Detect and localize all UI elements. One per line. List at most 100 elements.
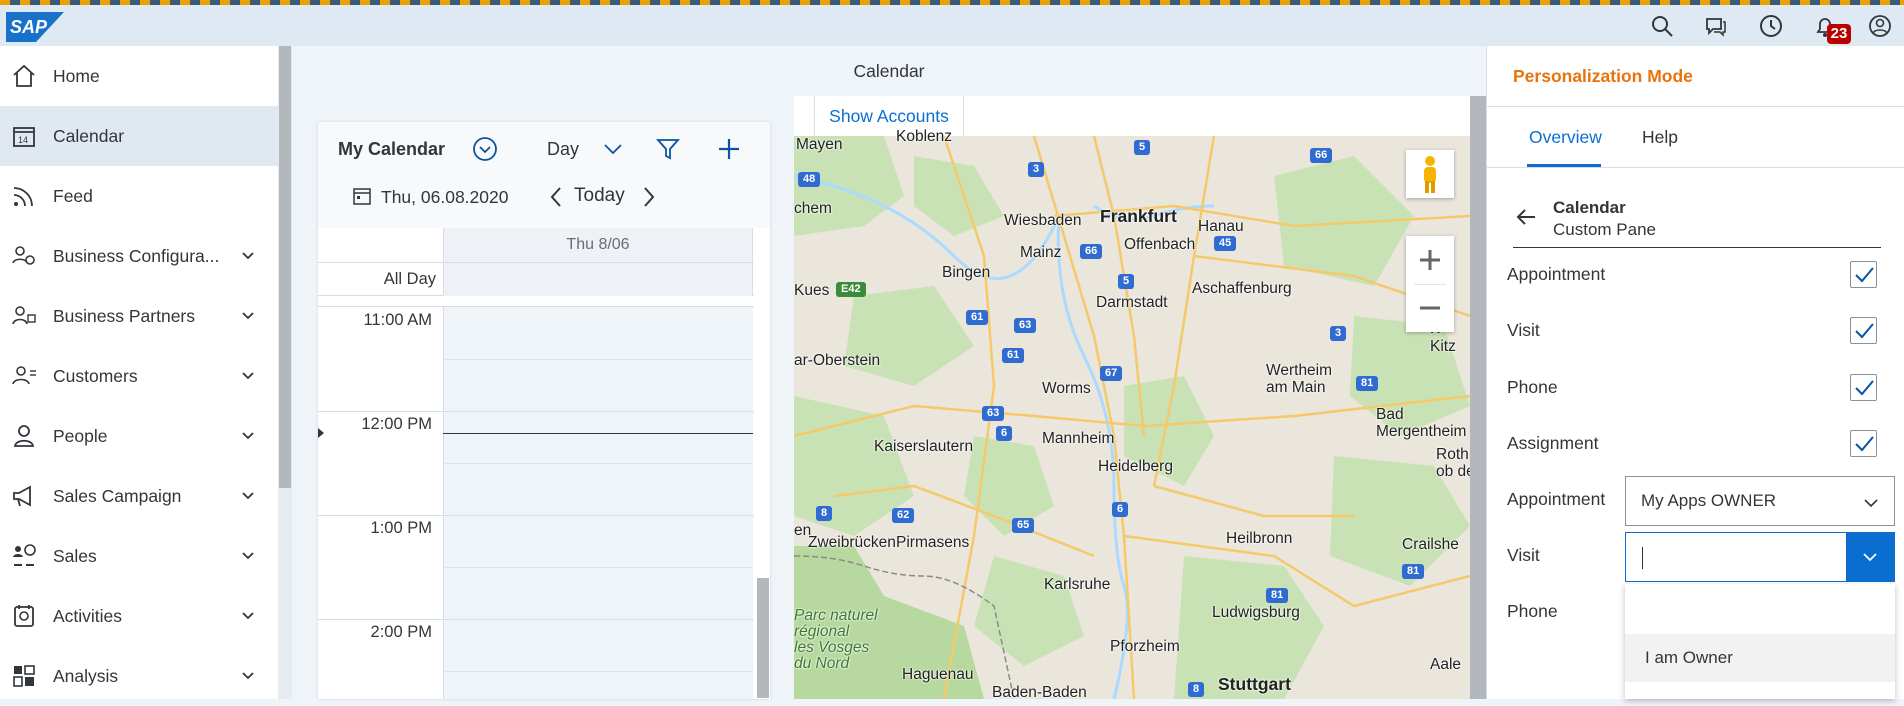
people-icon xyxy=(13,425,35,447)
street-view-pegman-icon[interactable] xyxy=(1406,150,1454,198)
analysis-icon xyxy=(13,665,35,687)
today-button[interactable]: Today xyxy=(574,185,625,207)
chevron-down-icon[interactable] xyxy=(1862,494,1880,512)
calendar-icon: 14 xyxy=(13,127,35,147)
dropdown-circle-icon[interactable] xyxy=(472,136,498,162)
chevron-down-icon[interactable] xyxy=(240,248,256,264)
road-shield: 3 xyxy=(1330,326,1347,341)
map-label: Aale xyxy=(1430,656,1462,673)
hour-line xyxy=(318,515,754,516)
assignment-checkbox[interactable] xyxy=(1850,430,1877,457)
sidebar-item-label: Customers xyxy=(53,365,138,386)
tab-help[interactable]: Help xyxy=(1642,127,1678,148)
personalization-pane: Personalization Mode Overview Help Calen… xyxy=(1486,46,1904,699)
scrollbar-thumb[interactable] xyxy=(757,578,769,698)
tab-overview[interactable]: Overview xyxy=(1529,127,1602,148)
notification-badge: 23 xyxy=(1827,24,1851,44)
appointment-select[interactable]: My Apps OWNER xyxy=(1625,476,1895,526)
sidebar-item-people[interactable]: People xyxy=(0,406,278,466)
phone-checkbox[interactable] xyxy=(1850,374,1877,401)
zoom-out-icon[interactable] xyxy=(1406,284,1454,332)
clock-icon[interactable] xyxy=(1759,14,1783,38)
sidebar-item-analysis[interactable]: Analysis xyxy=(0,646,278,706)
sidebar-item-label: Calendar xyxy=(53,125,125,146)
pane-title: Personalization Mode xyxy=(1513,66,1693,86)
main-scrollbar[interactable] xyxy=(1470,96,1486,699)
tab-indicator xyxy=(1527,164,1601,167)
sap-logo[interactable]: SAP xyxy=(6,12,64,42)
hour-label: 12:00 PM xyxy=(361,415,432,433)
all-day-label: All Day xyxy=(383,270,436,288)
zoom-control xyxy=(1406,236,1454,332)
chat-icon[interactable] xyxy=(1704,14,1728,38)
chevron-down-icon[interactable] xyxy=(240,668,256,684)
half-hour-line xyxy=(443,567,753,568)
sidebar-item-label: Sales xyxy=(53,545,97,566)
map-label: chem xyxy=(794,200,832,217)
all-day-cell[interactable] xyxy=(443,263,753,296)
calendar-scrollbar[interactable] xyxy=(754,228,770,699)
chevron-down-icon[interactable] xyxy=(240,428,256,444)
home-icon xyxy=(13,64,35,87)
chevron-down-icon[interactable] xyxy=(240,308,256,324)
sidebar-item-home[interactable]: Home xyxy=(0,46,278,106)
sidebar-item-business-configuration[interactable]: Business Configura... xyxy=(0,226,278,286)
visit-select[interactable] xyxy=(1625,532,1895,582)
sidebar-scrollbar[interactable] xyxy=(278,46,292,699)
chevron-left-icon[interactable] xyxy=(544,184,570,210)
sidebar-item-label: Business Partners xyxy=(53,305,196,326)
chevron-down-icon[interactable] xyxy=(240,548,256,564)
map[interactable]: Mayen Koblenz chem Frankfurt Hanau Offen… xyxy=(794,128,1470,699)
dropdown-option[interactable]: I am Owner xyxy=(1625,634,1895,682)
road-shield: 8 xyxy=(1188,682,1205,697)
view-select[interactable]: Day xyxy=(547,139,579,160)
road-shield: 5 xyxy=(1134,140,1151,155)
road-shield: 48 xyxy=(798,172,821,187)
map-label: Bingen xyxy=(942,264,991,281)
map-label: Pirmasens xyxy=(896,534,970,551)
option-label: I am Owner xyxy=(1645,648,1733,667)
zoom-in-icon[interactable] xyxy=(1406,236,1454,284)
visit-select-toggle[interactable] xyxy=(1846,533,1894,581)
map-label: Pforzheim xyxy=(1110,638,1180,655)
sidebar-item-sales[interactable]: Sales xyxy=(0,526,278,586)
user-icon[interactable] xyxy=(1868,14,1892,38)
chevron-down-icon[interactable] xyxy=(240,608,256,624)
select-label: Appointment xyxy=(1507,489,1606,509)
sidebar-item-calendar[interactable]: 14 Calendar xyxy=(0,106,278,166)
dropdown-option[interactable] xyxy=(1625,584,1895,632)
map-label: Wiesbaden xyxy=(1004,212,1082,229)
road-shield: 6 xyxy=(996,426,1013,441)
time-slots[interactable] xyxy=(443,307,753,699)
checkbox-label: Phone xyxy=(1507,377,1558,397)
calendar-icon[interactable] xyxy=(352,186,372,206)
day-grid: Thu 8/06 All Day 11:00 AM 12:00 PM 1:00 … xyxy=(318,228,754,699)
visit-checkbox[interactable] xyxy=(1850,317,1877,344)
filter-icon[interactable] xyxy=(655,136,681,162)
breadcrumb-title: Calendar xyxy=(1553,198,1626,217)
sidebar-item-label: People xyxy=(53,425,108,446)
chevron-down-icon[interactable] xyxy=(600,136,626,162)
half-hour-line xyxy=(443,463,753,464)
sidebar-item-business-partners[interactable]: Business Partners xyxy=(0,286,278,346)
map-label: Heidelberg xyxy=(1098,458,1173,475)
road-shield: 81 xyxy=(1266,588,1289,603)
appointment-checkbox[interactable] xyxy=(1850,261,1877,288)
back-arrow-icon[interactable] xyxy=(1513,204,1539,230)
map-panel: Show Accounts Mayen Koblenz chem Frankfu… xyxy=(794,96,1470,699)
sidebar-item-activities[interactable]: Activities xyxy=(0,586,278,646)
map-label: Mainz xyxy=(1020,244,1062,261)
chevron-down-icon[interactable] xyxy=(240,368,256,384)
search-icon[interactable] xyxy=(1650,14,1674,38)
scrollbar-thumb[interactable] xyxy=(279,46,291,488)
chevron-down-icon[interactable] xyxy=(240,488,256,504)
add-icon[interactable] xyxy=(716,136,742,162)
chevron-right-icon[interactable] xyxy=(635,184,661,210)
map-label: Parc naturel régional les Vosges du Nord xyxy=(794,607,878,672)
date-display[interactable]: Thu, 06.08.2020 xyxy=(381,187,508,208)
sidebar-item-feed[interactable]: Feed xyxy=(0,166,278,226)
sidebar-item-customers[interactable]: Customers xyxy=(0,346,278,406)
sidebar-item-sales-campaign[interactable]: Sales Campaign xyxy=(0,466,278,526)
checkmark-icon xyxy=(1855,436,1874,452)
activities-icon xyxy=(14,605,34,627)
